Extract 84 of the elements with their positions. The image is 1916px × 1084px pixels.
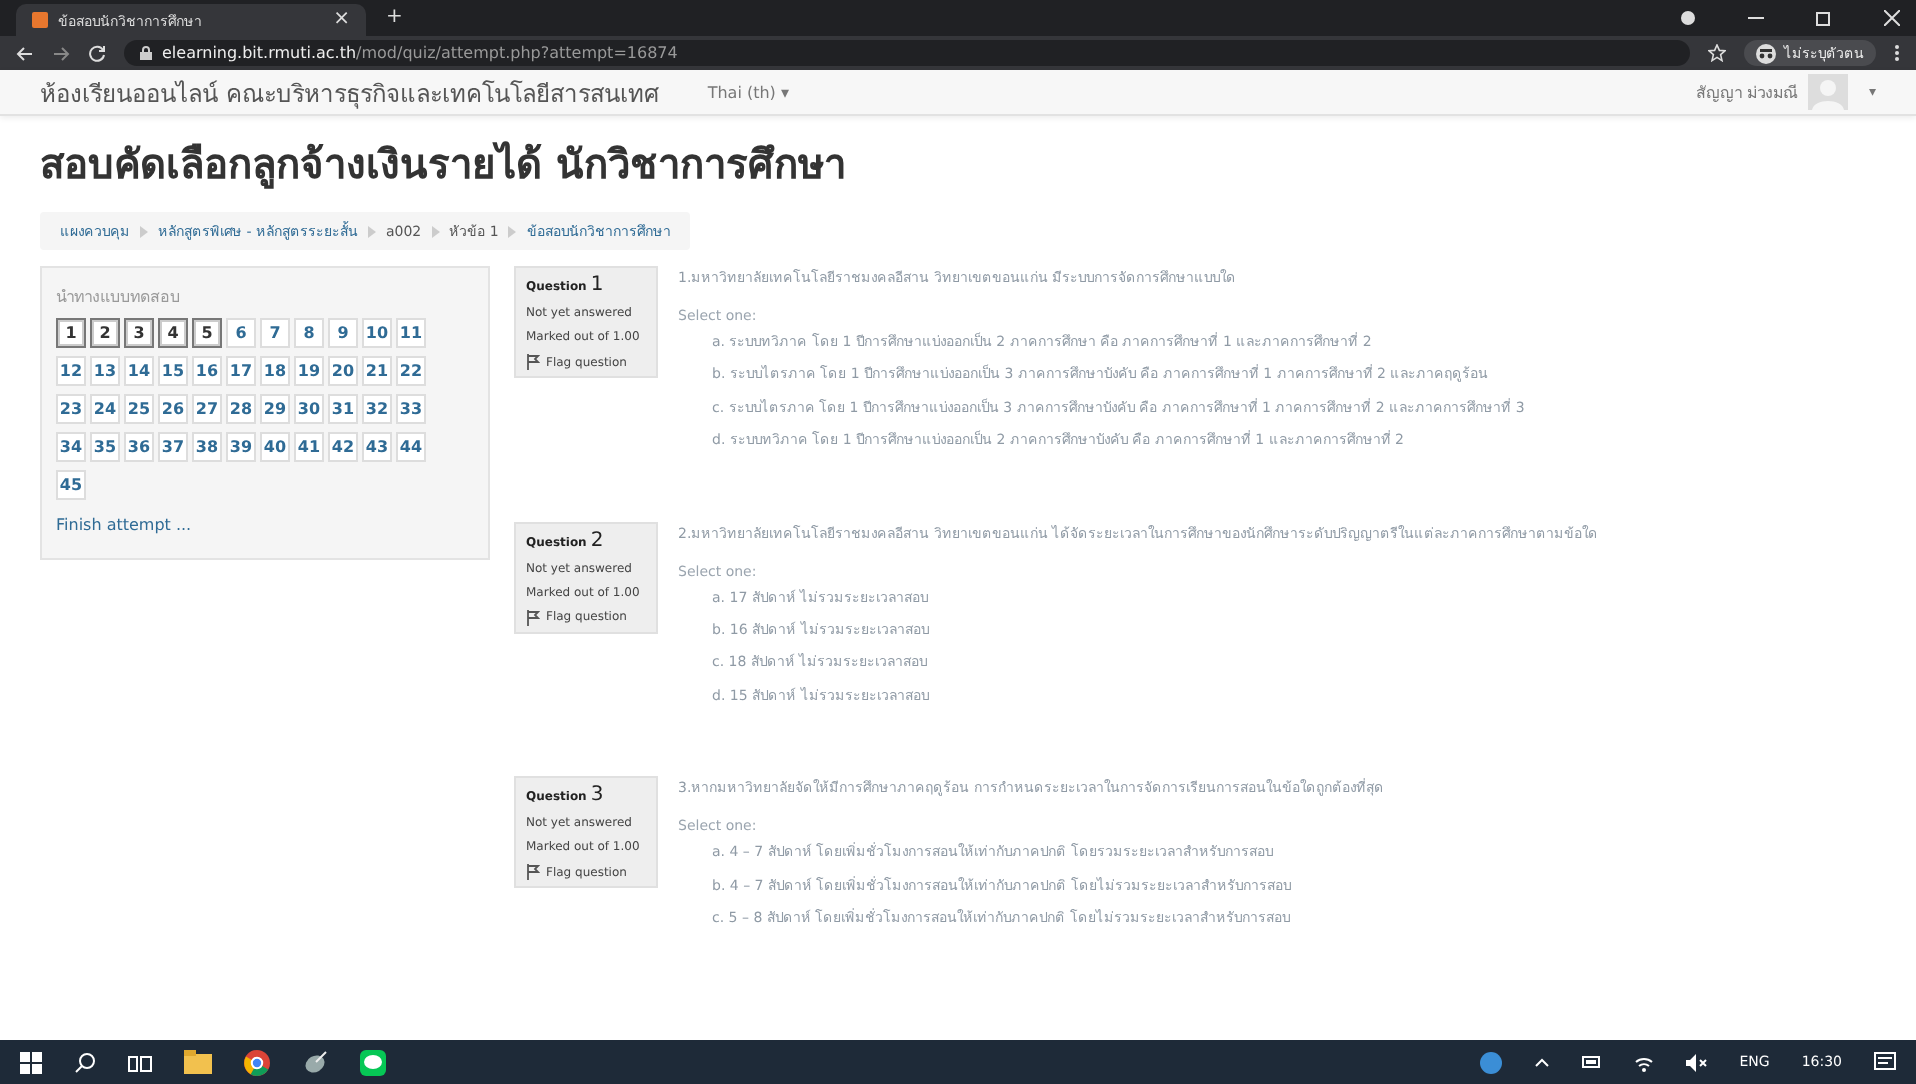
question-number-button[interactable]: 38	[192, 432, 222, 462]
wifi-icon[interactable]	[1633, 1053, 1654, 1071]
question-number-button[interactable]: 12	[56, 356, 86, 386]
search-icon[interactable]	[74, 1051, 96, 1073]
question-number-button[interactable]: 25	[124, 394, 154, 424]
url-text: elearning.bit.rmuti.ac.th/mod/quiz/attempt.php?attempt=16874	[162, 44, 678, 62]
address-field[interactable]: elearning.bit.rmuti.ac.th/mod/quiz/attempt.php?attempt=16874	[124, 40, 1690, 66]
question-number-button[interactable]: 10	[362, 318, 392, 348]
record-icon[interactable]	[1680, 10, 1696, 26]
question-number-button[interactable]: 41	[294, 432, 324, 462]
close-tab-button[interactable]: ×	[333, 10, 350, 30]
flag-icon	[526, 864, 540, 881]
question-number-button[interactable]: 4	[158, 318, 188, 348]
close-icon[interactable]	[1884, 10, 1900, 26]
question-number-button[interactable]: 31	[328, 394, 358, 424]
question-number-button[interactable]: 6	[226, 318, 256, 348]
breadcrumb-separator-icon	[508, 225, 517, 237]
question-number-button[interactable]: 1	[56, 318, 86, 348]
browser-app-icon[interactable]	[244, 1049, 270, 1075]
question-number-button[interactable]: 21	[362, 356, 392, 386]
question-number-button[interactable]: 22	[396, 356, 426, 386]
site-favicon-icon	[32, 12, 48, 28]
finish-attempt-link[interactable]: Finish attempt ...	[56, 516, 192, 534]
question-number-button[interactable]: 32	[362, 394, 392, 424]
star-icon[interactable]	[1708, 44, 1726, 62]
question-number-button[interactable]: 9	[328, 318, 358, 348]
question-number-button[interactable]: 20	[328, 356, 358, 386]
question-number-button[interactable]: 44	[396, 432, 426, 462]
question-number-button[interactable]: 36	[124, 432, 154, 462]
question-number-button[interactable]: 23	[56, 394, 86, 424]
question-number-button[interactable]: 16	[192, 356, 222, 386]
question-number-button[interactable]: 13	[90, 356, 120, 386]
question-number-button[interactable]: 43	[362, 432, 392, 462]
task-view-icon[interactable]	[128, 1051, 152, 1073]
language-menu[interactable]: Thai (th) ▾	[707, 83, 789, 101]
question-number-button[interactable]: 29	[260, 394, 290, 424]
battery-icon[interactable]	[1581, 1054, 1602, 1070]
question-number-button[interactable]: 39	[226, 432, 256, 462]
question-number-button[interactable]: 18	[260, 356, 290, 386]
question-number-button[interactable]: 34	[56, 432, 86, 462]
question-number-button[interactable]: 7	[260, 318, 290, 348]
windows-start-icon[interactable]	[20, 1051, 42, 1073]
breadcrumb-separator-icon	[367, 225, 376, 237]
question-number-button[interactable]: 28	[226, 394, 256, 424]
more-menu-icon[interactable]	[1894, 44, 1900, 62]
question-number-button[interactable]: 3	[124, 318, 154, 348]
question-number-button[interactable]: 15	[158, 356, 188, 386]
question-number-button[interactable]: 5	[192, 318, 222, 348]
site-name[interactable]: ห้องเรียนออนไลน์ คณะบริหารธุรกิจและเทคโนโลยีสารสนเทศ	[40, 73, 660, 111]
question-number-button[interactable]: 30	[294, 394, 324, 424]
restore-icon[interactable]	[1816, 10, 1832, 26]
chevron-up-icon[interactable]	[1533, 1056, 1550, 1068]
question-number-button[interactable]: 2	[90, 318, 120, 348]
reload-icon[interactable]	[88, 44, 106, 62]
question-number-button[interactable]: 33	[396, 394, 426, 424]
question-number-button[interactable]: 45	[56, 470, 86, 500]
panel-title: นำทางแบบทดสอบ	[56, 286, 182, 310]
lock-icon	[140, 46, 152, 60]
question-number-button[interactable]: 24	[90, 394, 120, 424]
user-name[interactable]: สัญญา ม่วงมณี	[1695, 79, 1797, 105]
incognito-icon	[1756, 43, 1776, 63]
new-tab-button[interactable]: +	[386, 8, 403, 28]
page-title: สอบคัดเลือกลูกจ้างเงินรายได้ นักวิชาการศึกษา	[40, 138, 848, 193]
speaker-muted-icon[interactable]	[1685, 1053, 1708, 1071]
question-number-button[interactable]: 26	[158, 394, 188, 424]
question-number-button[interactable]: 11	[396, 318, 426, 348]
question-number-button[interactable]: 35	[90, 432, 120, 462]
question-number-button[interactable]: 8	[294, 318, 324, 348]
question-number-button[interactable]: 27	[192, 394, 222, 424]
forward-icon[interactable]	[52, 45, 70, 61]
folder-icon[interactable]	[184, 1050, 212, 1074]
notifications-icon[interactable]	[1874, 1051, 1896, 1073]
question-number-button[interactable]: 17	[226, 356, 256, 386]
breadcrumb-separator-icon	[140, 225, 148, 237]
question-number-button[interactable]: 19	[294, 356, 324, 386]
flag-icon	[526, 354, 540, 370]
question-number-button[interactable]: 42	[328, 432, 358, 462]
breadcrumb-separator-icon	[431, 225, 440, 237]
flag-icon	[526, 609, 540, 626]
question-number-button[interactable]: 40	[260, 432, 290, 462]
chat-app-icon[interactable]	[360, 1049, 386, 1075]
back-icon[interactable]	[16, 45, 34, 61]
question-number-button[interactable]: 37	[158, 432, 188, 462]
question-number-button[interactable]: 14	[124, 356, 154, 386]
